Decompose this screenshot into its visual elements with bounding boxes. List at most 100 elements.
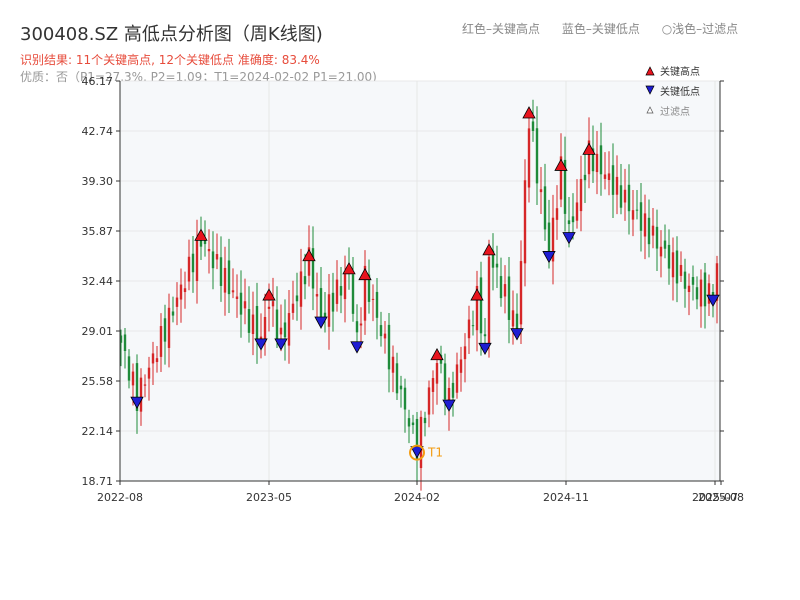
candle-body (699, 279, 703, 307)
candle-body (479, 277, 483, 334)
candle-body (575, 202, 579, 221)
y-tick-label: 39.30 (82, 175, 114, 188)
candle-body (211, 251, 215, 269)
candle-body (671, 252, 675, 278)
candle-body (123, 334, 127, 351)
y-tick-label: 22.14 (82, 425, 114, 438)
candle-body (387, 324, 391, 370)
candle-body (295, 295, 299, 302)
candle-body (695, 287, 699, 300)
candle-body (443, 363, 447, 400)
candle-body (351, 274, 355, 314)
candle-body (627, 184, 631, 212)
candle-body (331, 292, 335, 312)
candle-body (343, 274, 347, 300)
candle-body (691, 277, 695, 285)
candle-body (279, 327, 283, 335)
candle-body (451, 382, 455, 398)
candle-body (207, 248, 211, 252)
y-tick-label: 46.17 (82, 75, 114, 88)
candle-body (487, 256, 491, 345)
candle-body (335, 279, 339, 304)
candle-body (231, 290, 235, 293)
candle-body (467, 319, 471, 339)
candle-body (539, 189, 543, 193)
candle-body (327, 294, 331, 327)
candle-body (219, 257, 223, 286)
candle-body (311, 248, 315, 289)
candle-body (667, 244, 671, 269)
candle-body (171, 311, 175, 316)
candle-body (503, 284, 507, 297)
candle-body (679, 264, 683, 276)
y-tick-label: 42.74 (82, 125, 114, 138)
candle-body (423, 417, 427, 424)
candle-body (611, 165, 615, 195)
candle-body (371, 298, 375, 300)
candle-body (195, 237, 199, 281)
candle-body (595, 153, 599, 173)
candle-body (567, 220, 571, 225)
candle-body (143, 384, 147, 386)
candle-body (395, 363, 399, 394)
candle-body (183, 288, 187, 293)
candle-body (555, 208, 559, 220)
candle-body (531, 121, 535, 131)
candle-body (375, 291, 379, 318)
legend-filtered-label: 过滤点 (660, 105, 690, 118)
candle-body (299, 271, 303, 307)
candle-body (639, 202, 643, 231)
y-tick-label: 18.71 (82, 475, 114, 488)
candle-body (543, 186, 547, 230)
candle-body (339, 286, 343, 296)
candle-body (647, 217, 651, 245)
candle-body (643, 213, 647, 237)
candle-body (147, 367, 151, 379)
candle-body (579, 178, 583, 212)
candle-body (431, 378, 435, 392)
candle-body (507, 276, 511, 320)
candle-body (355, 321, 359, 333)
candle-body (247, 309, 251, 333)
candle-body (419, 416, 423, 469)
candle-body (663, 240, 667, 249)
candle-body (155, 358, 159, 363)
candle-body (603, 174, 607, 179)
candle-body (283, 322, 287, 338)
candle-body (411, 422, 415, 426)
candle-body (499, 276, 503, 299)
y-tick-label: 29.01 (82, 325, 114, 338)
candle-body (319, 288, 323, 317)
legend-high-marker (645, 66, 655, 76)
candle-body (683, 271, 687, 289)
candle-body (391, 356, 395, 373)
candle-body (399, 385, 403, 390)
candle-body (127, 356, 131, 381)
candle-body (303, 276, 307, 285)
candle-body (271, 301, 275, 307)
candle-body (243, 301, 247, 309)
candle-body (459, 359, 463, 373)
candle-body (239, 292, 243, 315)
candle-body (131, 371, 135, 386)
y-tick-label: 32.44 (82, 275, 114, 288)
candle-body (635, 209, 639, 211)
candle-body (359, 323, 363, 326)
candle-body (255, 305, 259, 342)
candle-body (519, 261, 523, 325)
candle-body (223, 267, 227, 293)
candle-body (151, 353, 155, 364)
candle-body (215, 254, 219, 260)
candle-body (315, 294, 319, 297)
x-tick-label: 2024-02 (394, 491, 440, 504)
legend-low-label: 关键低点 (660, 85, 700, 98)
candle-body (407, 418, 411, 427)
candle-body (571, 216, 575, 223)
x-tick-label: 2024-11 (543, 491, 589, 504)
candle-body (291, 303, 295, 313)
candle-body (583, 174, 587, 181)
candle-body (687, 285, 691, 293)
x-tick-label: 2022-08 (97, 491, 143, 504)
candle-body (483, 334, 487, 337)
candle-body (227, 260, 231, 295)
